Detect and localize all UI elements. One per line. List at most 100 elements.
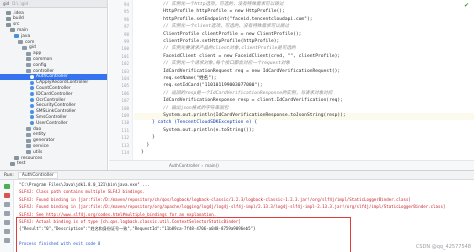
code-line[interactable]: // 实例化一个请求对象,每个接口都会对应一个request对象	[141, 61, 290, 67]
line-number: 110	[121, 120, 129, 126]
console-line: {"Result":"0","Description":"姓名和身份证号一致",…	[19, 226, 256, 232]
line-number: 97	[123, 24, 129, 30]
tree-item-label: entity	[33, 132, 46, 138]
code-line[interactable]: }	[141, 135, 155, 141]
editor-breadcrumb: AuthController › main()	[109, 160, 474, 170]
console-line: "C:\Program Files\Java\jdk1.8.0_121\bin\…	[19, 182, 150, 187]
package-icon	[26, 138, 31, 143]
line-number: 105	[121, 83, 129, 89]
tree-item-label: java	[21, 33, 31, 39]
tree-item-label: SecurityController	[36, 103, 76, 109]
java-class-icon	[30, 74, 34, 79]
tree-item-label: controller	[33, 68, 54, 74]
console-line: SLF4J: Class path contains multiple SLF4…	[19, 189, 145, 195]
breadcrumb-class[interactable]: AuthController	[169, 163, 199, 168]
java-class-icon	[30, 86, 34, 91]
package-icon	[26, 132, 31, 137]
inspection-ok-icon[interactable]: ✔	[464, 2, 469, 9]
code-line[interactable]: IdCardVerificationRequest req = new IdCa…	[141, 69, 340, 75]
code-line[interactable]: System.out.println(e.toString());	[141, 128, 254, 134]
tree-item-label: com	[25, 39, 35, 45]
tree-item-label: common	[33, 56, 53, 62]
folder-icon	[14, 156, 19, 160]
folder-icon	[6, 11, 11, 15]
code-line[interactable]: clientProfile.setHttpProfile(httpProfile…	[141, 39, 279, 45]
tree-item-label: app	[33, 51, 42, 57]
code-line[interactable]: ClientProfile clientProfile = new Client…	[141, 32, 301, 38]
scroll-to-end-icon[interactable]	[4, 229, 10, 234]
java-class-icon	[30, 98, 34, 102]
run-config-tab[interactable]: AuthController	[17, 171, 58, 179]
code-line[interactable]: httpProfile.setEndpoint("faceid.tencentc…	[141, 17, 312, 23]
java-class-icon	[30, 115, 34, 120]
console-output[interactable]: "C:\Program Files\Java\jdk1.8.0_121\bin\…	[16, 181, 474, 252]
line-number: 101	[121, 53, 129, 59]
package-icon	[22, 45, 27, 50]
tree-item-label: SMSLinkController	[36, 109, 76, 115]
breadcrumb-method[interactable]: main()	[205, 163, 219, 168]
tree-item-label: config	[33, 62, 47, 68]
tree-item-label: CountController	[36, 85, 71, 91]
code-line[interactable]: // 输出json格式的字符串回包	[141, 106, 228, 112]
tree-item-label: main	[17, 27, 28, 33]
line-number: 112	[121, 135, 129, 141]
pin-tab-icon[interactable]	[4, 211, 10, 216]
line-number: 96	[123, 16, 129, 22]
code-line[interactable]: FaceidClient client = new FaceidClient(c…	[141, 54, 340, 60]
line-number: 102	[121, 61, 129, 67]
package-icon	[26, 127, 31, 131]
run-tool-window: Run: AuthController "C:\Program Files\Ja…	[0, 170, 474, 252]
folder-icon	[14, 34, 19, 39]
code-line[interactable]: // 实例化要请求产品的client对象,clientProfile是可选的	[141, 46, 296, 52]
line-number: 107	[121, 98, 129, 104]
java-class-icon	[30, 109, 34, 114]
code-line[interactable]: }	[141, 143, 150, 149]
line-number: 114	[121, 150, 129, 155]
package-icon	[26, 144, 31, 149]
code-line[interactable]: System.out.println(IdCardVerificationRes…	[141, 113, 346, 119]
stop-icon[interactable]	[4, 193, 10, 198]
java-class-icon	[30, 103, 34, 108]
run-toolbar	[0, 180, 14, 252]
tree-item-label: CApplyRecordController	[36, 80, 89, 86]
tree-item-label: dao	[33, 126, 42, 132]
console-line: Process finished with exit code 0	[19, 241, 101, 247]
code-line[interactable]: req.setIdCard("110101199003077000");	[141, 83, 263, 89]
tree-item-label: IDCardController	[36, 91, 73, 97]
project-name[interactable]: gid	[3, 1, 9, 6]
run-label: Run:	[4, 172, 14, 178]
code-line[interactable]: }	[141, 150, 144, 156]
code-line[interactable]: // 返回的resp是一个IdCardVerificationResponse的…	[141, 91, 332, 97]
soft-wrap-icon[interactable]	[4, 220, 10, 225]
line-number: 94	[123, 2, 129, 7]
tree-item-label: src	[13, 22, 20, 28]
line-number: 99	[123, 39, 129, 44]
folder-icon	[6, 16, 11, 21]
tree-item-label: AuthController	[36, 74, 68, 80]
code-line[interactable]: } catch (TencentCloudSDKException e) {	[141, 120, 257, 126]
line-number: 109	[121, 113, 129, 118]
folder-icon	[6, 22, 11, 27]
print-icon[interactable]	[4, 238, 10, 243]
breadcrumb-separator: ›	[201, 163, 204, 168]
tree-item-label: build	[13, 16, 24, 22]
tree-item-label: utils	[33, 149, 43, 155]
code-line[interactable]: // 实例化一个http选项，可选的，没有特殊需求可以跳过	[141, 2, 283, 8]
line-number: 100	[121, 46, 129, 52]
package-icon	[26, 69, 31, 73]
tree-item-label: generator	[33, 138, 55, 144]
tree-item-label: service	[33, 143, 49, 149]
folder-icon	[10, 161, 15, 166]
code-line[interactable]: HttpProfile httpProfile = new HttpProfil…	[141, 9, 285, 15]
code-line[interactable]: IdCardVerificationResponse resp = client…	[141, 98, 343, 104]
code-editor[interactable]: 94 95 96 97 98 99 100 101 102 103 104 105 106 107 108 1…	[109, 0, 474, 170]
folder-icon	[10, 28, 15, 33]
rerun-icon[interactable]	[4, 184, 10, 189]
tree-item-label: gid	[29, 45, 36, 51]
restore-layout-icon[interactable]	[4, 202, 10, 207]
code-line[interactable]: req.setName("姓名");	[141, 76, 216, 82]
project-tree-header: gid D:\..\gid	[0, 0, 107, 8]
line-number: 103	[121, 68, 129, 74]
tree-item[interactable]: test	[0, 161, 107, 167]
code-line[interactable]: // 实例化一个client选项，可选的，没有特殊需求可以跳过	[141, 24, 289, 30]
